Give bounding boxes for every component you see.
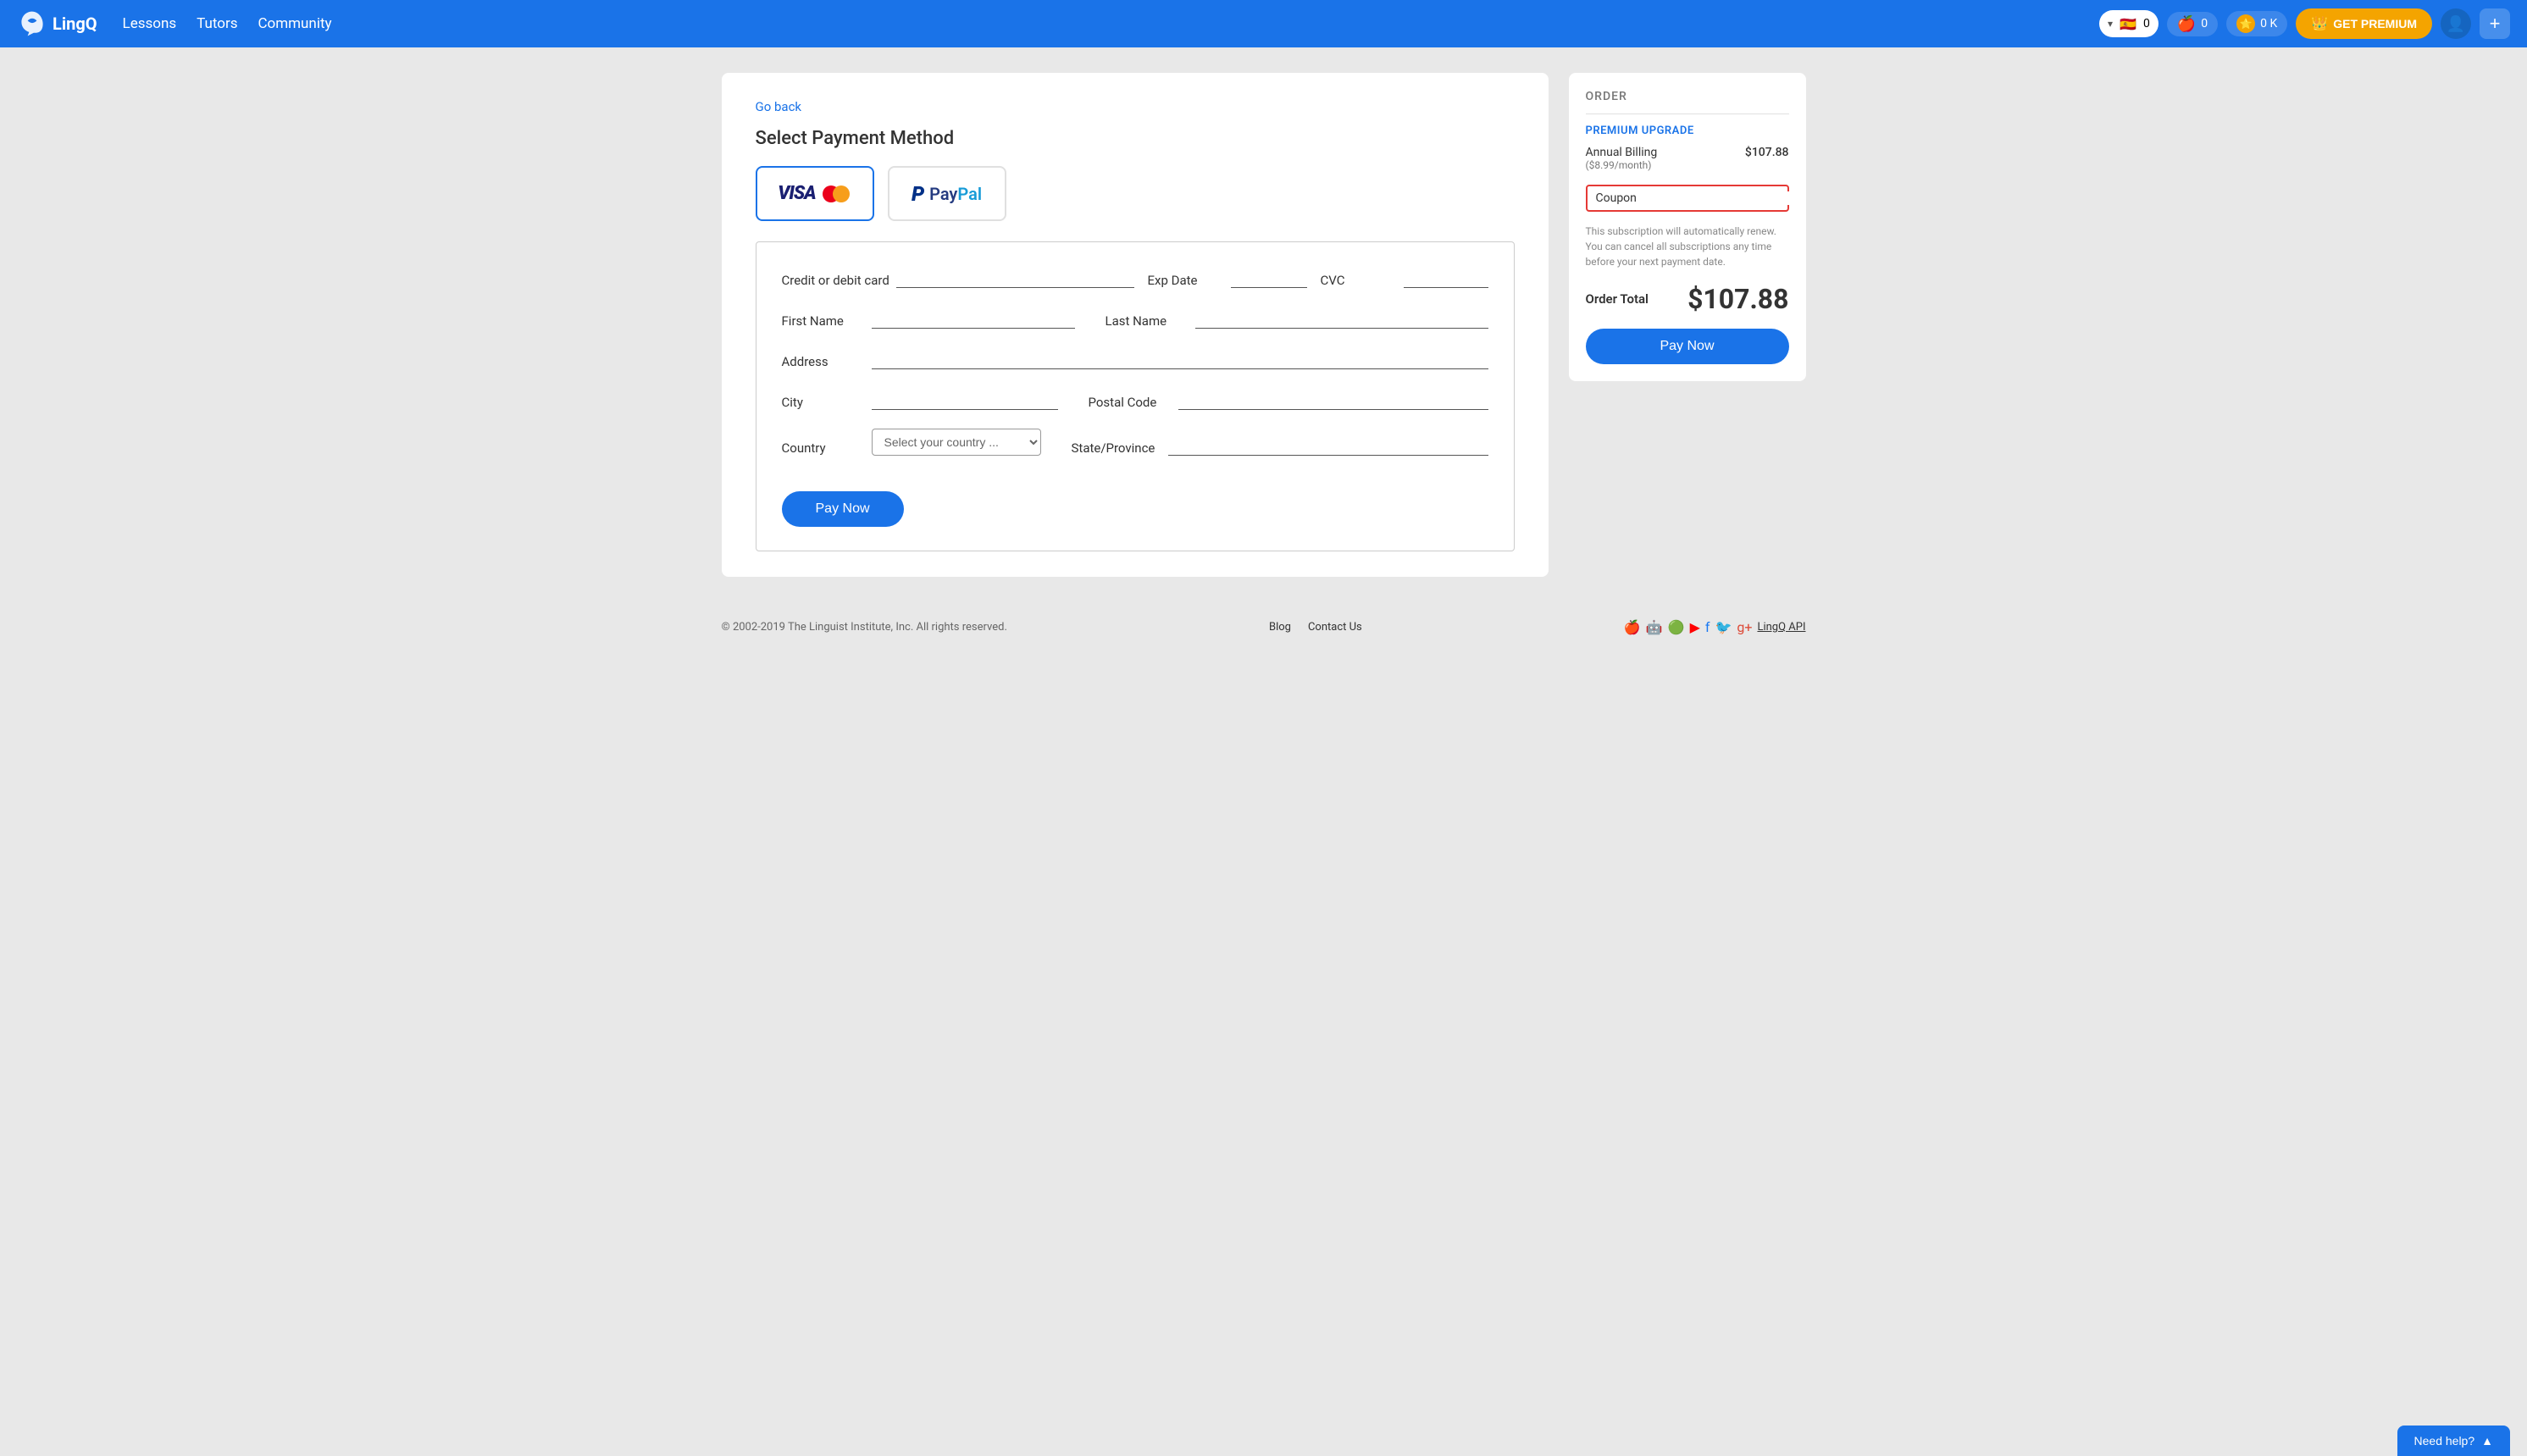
name-row: First Name Last Name <box>782 307 1488 329</box>
exp-date-input[interactable] <box>1231 266 1307 288</box>
avatar-button[interactable]: 👤 <box>2441 8 2471 39</box>
lingq-api-label[interactable]: LingQ API <box>1757 621 1805 634</box>
city-label: City <box>782 395 858 410</box>
cvc-label: CVC <box>1321 273 1397 288</box>
visa-logo: VISA <box>778 183 851 204</box>
premium-label: GET PREMIUM <box>2333 17 2417 30</box>
footer-icons: 🍎 🤖 🟢 ▶ f 🐦 g+ LingQ API <box>1624 619 1806 635</box>
contact-link[interactable]: Contact Us <box>1308 621 1362 634</box>
flag-icon: 🇪🇸 <box>2118 14 2138 34</box>
logo[interactable]: LingQ <box>17 8 97 39</box>
nav-community[interactable]: Community <box>258 15 331 32</box>
paypal-text: PayPal <box>929 184 982 204</box>
go-back-link[interactable]: Go back <box>756 99 802 114</box>
crown-icon: 👑 <box>2311 15 2328 32</box>
premium-upgrade-label: PREMIUM UPGRADE <box>1586 125 1789 137</box>
card-row: Credit or debit card Exp Date CVC <box>782 266 1488 288</box>
coin-badge: ⭐ 0 K <box>2226 11 2287 36</box>
page-title: Select Payment Method <box>756 128 1515 149</box>
footer: © 2002-2019 The Linguist Institute, Inc.… <box>671 602 1857 652</box>
page-content: Go back Select Payment Method VISA P <box>671 47 1857 602</box>
renewal-note: This subscription will automatically ren… <box>1586 224 1789 269</box>
billing-info: Annual Billing ($8.99/month) <box>1586 146 1658 171</box>
navbar-right: ▾ 🇪🇸 0 🍎 0 ⭐ 0 K 👑 GET PREMIUM 👤 + <box>2099 8 2510 39</box>
postal-code-input[interactable] <box>1178 388 1488 410</box>
order-pay-button[interactable]: Pay Now <box>1586 329 1789 364</box>
city-postal-row: City Postal Code <box>782 388 1488 410</box>
visa-text: VISA <box>778 183 815 204</box>
lang-count: 0 <box>2143 17 2150 30</box>
cvc-input[interactable] <box>1404 266 1488 288</box>
youtube-footer-icon: ▶ <box>1690 619 1700 635</box>
card-number-input[interactable] <box>896 266 1134 288</box>
coupon-input[interactable] <box>1645 191 1798 205</box>
billing-row: Annual Billing ($8.99/month) $107.88 <box>1586 146 1789 171</box>
chevron-up-icon: ▲ <box>2481 1434 2493 1448</box>
address-input[interactable] <box>872 347 1488 369</box>
coin-count: 0 K <box>2260 17 2277 30</box>
paypal-logo: P PayPal <box>912 182 982 206</box>
chrome-footer-icon: 🟢 <box>1668 619 1685 635</box>
need-help-label: Need help? <box>2414 1434 2475 1448</box>
payment-form: Credit or debit card Exp Date CVC First … <box>756 241 1515 551</box>
facebook-footer-icon: f <box>1705 619 1710 635</box>
paypal-payment-card[interactable]: P PayPal <box>888 166 1006 221</box>
order-total-label: Order Total <box>1586 291 1649 307</box>
plus-icon: + <box>2490 13 2501 35</box>
need-help-button[interactable]: Need help? ▲ <box>2397 1426 2510 1456</box>
billing-label: Annual Billing <box>1586 146 1658 159</box>
divider-1 <box>1586 113 1789 114</box>
city-input[interactable] <box>872 388 1058 410</box>
state-label: State/Province <box>1072 440 1155 456</box>
first-name-label: First Name <box>782 313 858 329</box>
apple-footer-icon: 🍎 <box>1624 619 1641 635</box>
exp-date-label: Exp Date <box>1148 273 1224 288</box>
twitter-footer-icon: 🐦 <box>1715 619 1732 635</box>
first-name-input[interactable] <box>872 307 1075 329</box>
order-panel: ORDER PREMIUM UPGRADE Annual Billing ($8… <box>1569 73 1806 381</box>
order-total-amount: $107.88 <box>1687 283 1788 315</box>
form-pay-button[interactable]: Pay Now <box>782 491 904 527</box>
country-state-row: Country Select your country ... United S… <box>782 429 1488 456</box>
state-input[interactable] <box>1168 434 1488 456</box>
postal-code-label: Postal Code <box>1089 395 1165 410</box>
footer-links: Blog Contact Us <box>1269 621 1362 634</box>
mastercard-icon <box>823 185 851 203</box>
nav-links: Lessons Tutors Community <box>123 15 2099 32</box>
add-button[interactable]: + <box>2480 8 2510 39</box>
social-footer-icon: g+ <box>1737 619 1752 635</box>
language-badge[interactable]: ▾ 🇪🇸 0 <box>2099 10 2158 37</box>
nav-tutors[interactable]: Tutors <box>197 15 237 32</box>
address-row: Address <box>782 347 1488 369</box>
last-name-label: Last Name <box>1106 313 1182 329</box>
logo-text: LingQ <box>53 14 97 34</box>
card-label: Credit or debit card <box>782 273 889 288</box>
order-title: ORDER <box>1586 90 1789 103</box>
nav-lessons[interactable]: Lessons <box>123 15 177 32</box>
user-icon: 👤 <box>2447 15 2465 33</box>
last-name-input[interactable] <box>1195 307 1488 329</box>
country-label: Country <box>782 440 858 456</box>
payment-methods: VISA P PayPal <box>756 166 1515 221</box>
navbar: LingQ Lessons Tutors Community ▾ 🇪🇸 0 🍎 … <box>0 0 2527 47</box>
main-panel: Go back Select Payment Method VISA P <box>722 73 1549 577</box>
android-footer-icon: 🤖 <box>1646 619 1663 635</box>
apple-icon: 🍎 <box>2177 15 2196 33</box>
coupon-label: Coupon <box>1596 191 1637 205</box>
chevron-down-icon: ▾ <box>2108 18 2113 30</box>
order-total-row: Order Total $107.88 <box>1586 283 1789 315</box>
copyright-text: © 2002-2019 The Linguist Institute, Inc.… <box>722 621 1007 634</box>
billing-price: $107.88 <box>1745 146 1789 159</box>
blog-link[interactable]: Blog <box>1269 621 1291 634</box>
apple-badge: 🍎 0 <box>2167 12 2218 36</box>
premium-button[interactable]: 👑 GET PREMIUM <box>2296 8 2432 39</box>
coin-icon: ⭐ <box>2236 14 2255 33</box>
paypal-p-icon: P <box>912 182 924 206</box>
billing-sub: ($8.99/month) <box>1586 159 1658 171</box>
visa-payment-card[interactable]: VISA <box>756 166 874 221</box>
country-select[interactable]: Select your country ... United States Ca… <box>872 429 1041 456</box>
coupon-row: Coupon <box>1586 185 1789 212</box>
apple-count: 0 <box>2201 17 2208 30</box>
address-label: Address <box>782 354 858 369</box>
